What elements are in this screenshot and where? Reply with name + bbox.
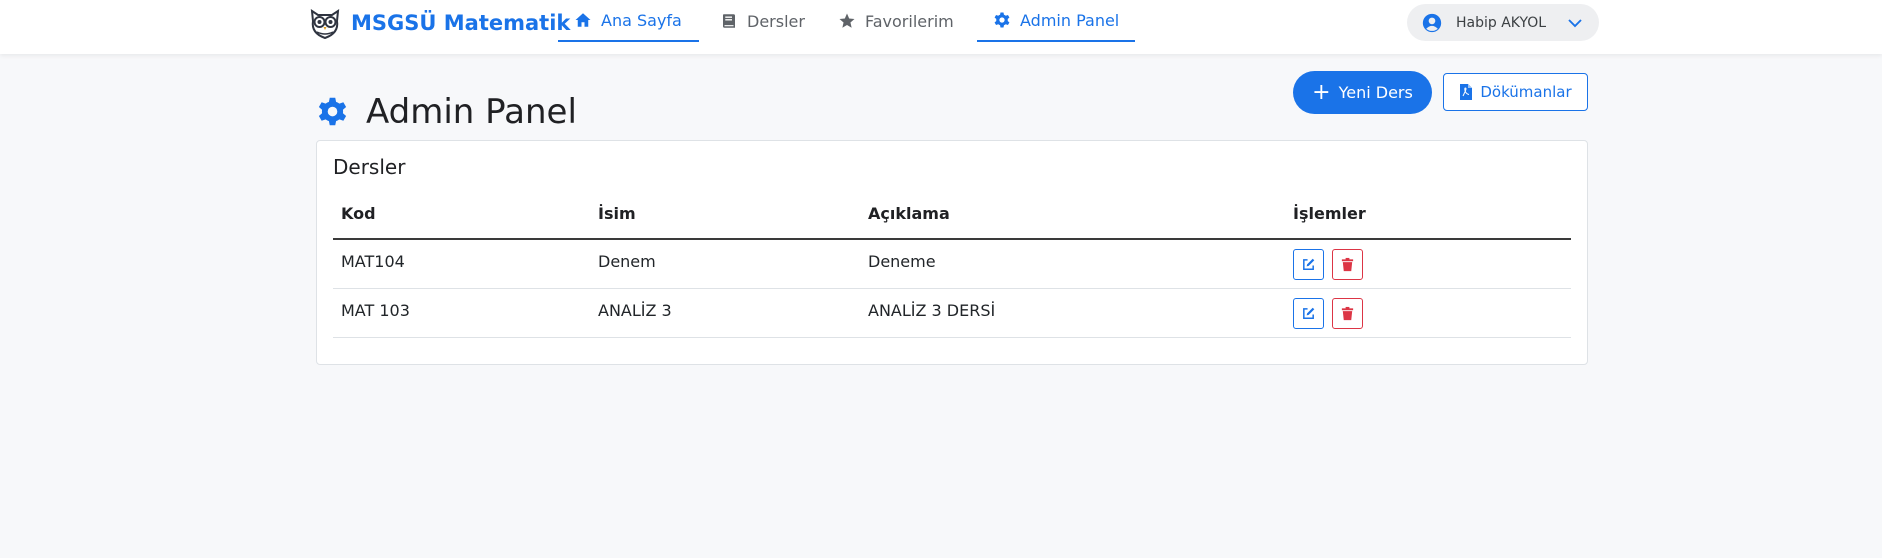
delete-button[interactable] (1332, 298, 1363, 329)
user-circle-icon (1422, 13, 1442, 32)
chevron-down-icon (1568, 18, 1582, 27)
user-menu[interactable]: Habip AKYOL (1407, 4, 1599, 41)
book-icon (723, 14, 735, 28)
edit-icon (1303, 307, 1315, 319)
nav-dersler[interactable]: Dersler (720, 0, 805, 42)
edit-button[interactable] (1293, 298, 1324, 329)
table-row: MAT 103 ANALİZ 3 ANALİZ 3 DERSİ (333, 289, 1571, 338)
new-course-button[interactable]: + Yeni Ders (1293, 71, 1432, 114)
new-course-label: Yeni Ders (1338, 83, 1413, 102)
column-header-aciklama: Açıklama (868, 204, 950, 223)
brand[interactable]: MSGSÜ Matematik (307, 4, 570, 42)
cell-code: MAT104 (341, 252, 405, 271)
nav-admin-label: Admin Panel (1020, 10, 1120, 30)
edit-icon (1303, 258, 1315, 270)
card-title: Dersler (333, 155, 406, 179)
gear-icon (994, 12, 1010, 28)
home-icon (575, 13, 591, 27)
nav-home-label: Ana Sayfa (601, 10, 682, 30)
edit-button[interactable] (1293, 249, 1324, 280)
trash-icon (1341, 306, 1354, 321)
cell-name: ANALİZ 3 (598, 301, 672, 320)
cell-name: Denem (598, 252, 656, 271)
plus-icon: + (1312, 79, 1331, 105)
documents-label: Dökümanlar (1480, 83, 1572, 101)
cell-description: ANALİZ 3 DERSİ (868, 301, 996, 320)
nav-favorilerim-label: Favorilerim (865, 11, 954, 31)
pdf-file-icon (1460, 84, 1473, 100)
top-navbar: MSGSÜ Matematik Ana Sayfa Dersler Favori… (0, 0, 1882, 54)
courses-card: Dersler Kod İsim Açıklama İşlemler MAT10… (316, 140, 1588, 365)
nav-favorilerim[interactable]: Favorilerim (838, 0, 954, 42)
cell-code: MAT 103 (341, 301, 410, 320)
column-header-kod: Kod (341, 204, 376, 223)
owl-logo-icon (310, 8, 340, 40)
cell-description: Deneme (868, 252, 936, 271)
table-row: MAT104 Denem Deneme (333, 240, 1571, 289)
trash-icon (1341, 257, 1354, 272)
documents-button[interactable]: Dökümanlar (1443, 73, 1588, 111)
page-title: Admin Panel (366, 91, 577, 132)
gear-icon (318, 98, 347, 126)
delete-button[interactable] (1332, 249, 1363, 280)
column-header-islemler: İşlemler (1293, 204, 1366, 223)
nav-admin-panel[interactable]: Admin Panel (977, 0, 1135, 42)
star-icon (839, 13, 855, 28)
table-header: Kod İsim Açıklama İşlemler (333, 204, 1571, 240)
user-name: Habip AKYOL (1456, 14, 1547, 31)
column-header-isim: İsim (598, 204, 636, 223)
brand-name: MSGSÜ Matematik (351, 11, 571, 35)
nav-home[interactable]: Ana Sayfa (558, 0, 699, 42)
nav-dersler-label: Dersler (747, 11, 805, 31)
